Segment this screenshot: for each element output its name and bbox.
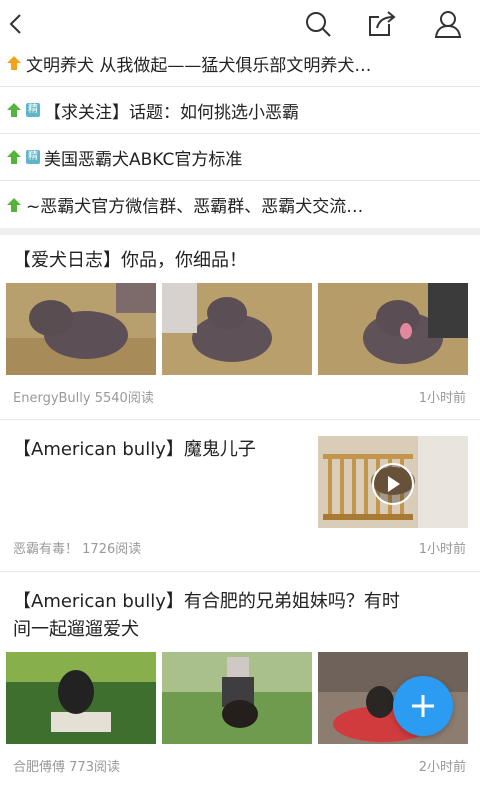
play-icon[interactable]: [372, 463, 414, 505]
search-icon[interactable]: [302, 8, 334, 40]
post-time: 1小时前: [418, 391, 466, 406]
section-divider: [0, 228, 480, 235]
post-title-line: 间一起遛遛爱犬: [13, 619, 139, 640]
pinned-list: 文明养犬 从我做起——猛犬俱乐部文明养犬… 精 【求关注】话题：如何挑选小恶霸 …: [0, 40, 480, 228]
post-card[interactable]: 【American bully】魔鬼儿子 恶霸有毒！ 1726阅读 1小时前: [0, 420, 480, 572]
pinned-item-text: 文明养犬 从我做起——猛犬俱乐部文明养犬…: [26, 55, 372, 76]
post-image: [6, 283, 156, 375]
post-reads: 1726阅读: [82, 542, 142, 557]
post-image: [162, 283, 312, 375]
back-arrow-icon[interactable]: [0, 8, 32, 40]
post-author: EnergyBully: [13, 391, 91, 406]
post-time: 1小时前: [418, 542, 466, 557]
up-arrow-icon: [7, 197, 21, 212]
post-meta: 恶霸有毒！ 1726阅读: [13, 538, 141, 557]
post-title: 【American bully】有合肥的兄弟姐妹吗？有时 间一起遛遛爱犬: [13, 588, 400, 644]
post-image: [318, 283, 468, 375]
post-author: 恶霸有毒！: [13, 542, 79, 557]
post-image: [6, 652, 156, 744]
user-icon[interactable]: [432, 8, 464, 40]
post-time: 2小时前: [418, 760, 466, 775]
post-reads: 5540阅读: [94, 391, 154, 406]
pinned-item-text: ~恶霸犬官方微信群、恶霸群、恶霸犬交流…: [26, 197, 364, 217]
plus-icon: [412, 695, 434, 717]
post-title: 【爱犬日志】你品，你细品！: [13, 250, 247, 271]
pinned-item-text: 美国恶霸犬ABKC官方标准: [44, 149, 243, 170]
pinned-item[interactable]: ~恶霸犬官方微信群、恶霸群、恶霸犬交流…: [0, 181, 480, 228]
post-card[interactable]: 【爱犬日志】你品，你细品！ EnergyBully 5540阅读 1小时前: [0, 235, 480, 420]
pinned-item[interactable]: 文明养犬 从我做起——猛犬俱乐部文明养犬…: [0, 40, 480, 87]
up-arrow-icon: [7, 150, 21, 164]
post-title: 【American bully】魔鬼儿子: [13, 439, 256, 460]
essence-badge: 精: [26, 103, 40, 117]
share-icon[interactable]: [366, 8, 398, 40]
essence-badge: 精: [26, 150, 40, 164]
pinned-item-text: 【求关注】话题：如何挑选小恶霸: [44, 102, 299, 123]
post-image: [162, 652, 312, 744]
up-arrow-icon: [7, 103, 21, 117]
pinned-item[interactable]: 精 美国恶霸犬ABKC官方标准: [0, 134, 480, 181]
up-arrow-icon: [7, 56, 21, 70]
pinned-item[interactable]: 精 【求关注】话题：如何挑选小恶霸: [0, 87, 480, 134]
post-title-line: 【American bully】有合肥的兄弟姐妹吗？有时: [13, 591, 400, 612]
post-meta: 合肥傅傅 773阅读: [13, 756, 120, 775]
post-meta: EnergyBully 5540阅读: [13, 387, 154, 406]
post-reads: 773阅读: [69, 760, 120, 775]
post-author: 合肥傅傅: [13, 760, 66, 775]
add-post-button[interactable]: [393, 676, 453, 736]
